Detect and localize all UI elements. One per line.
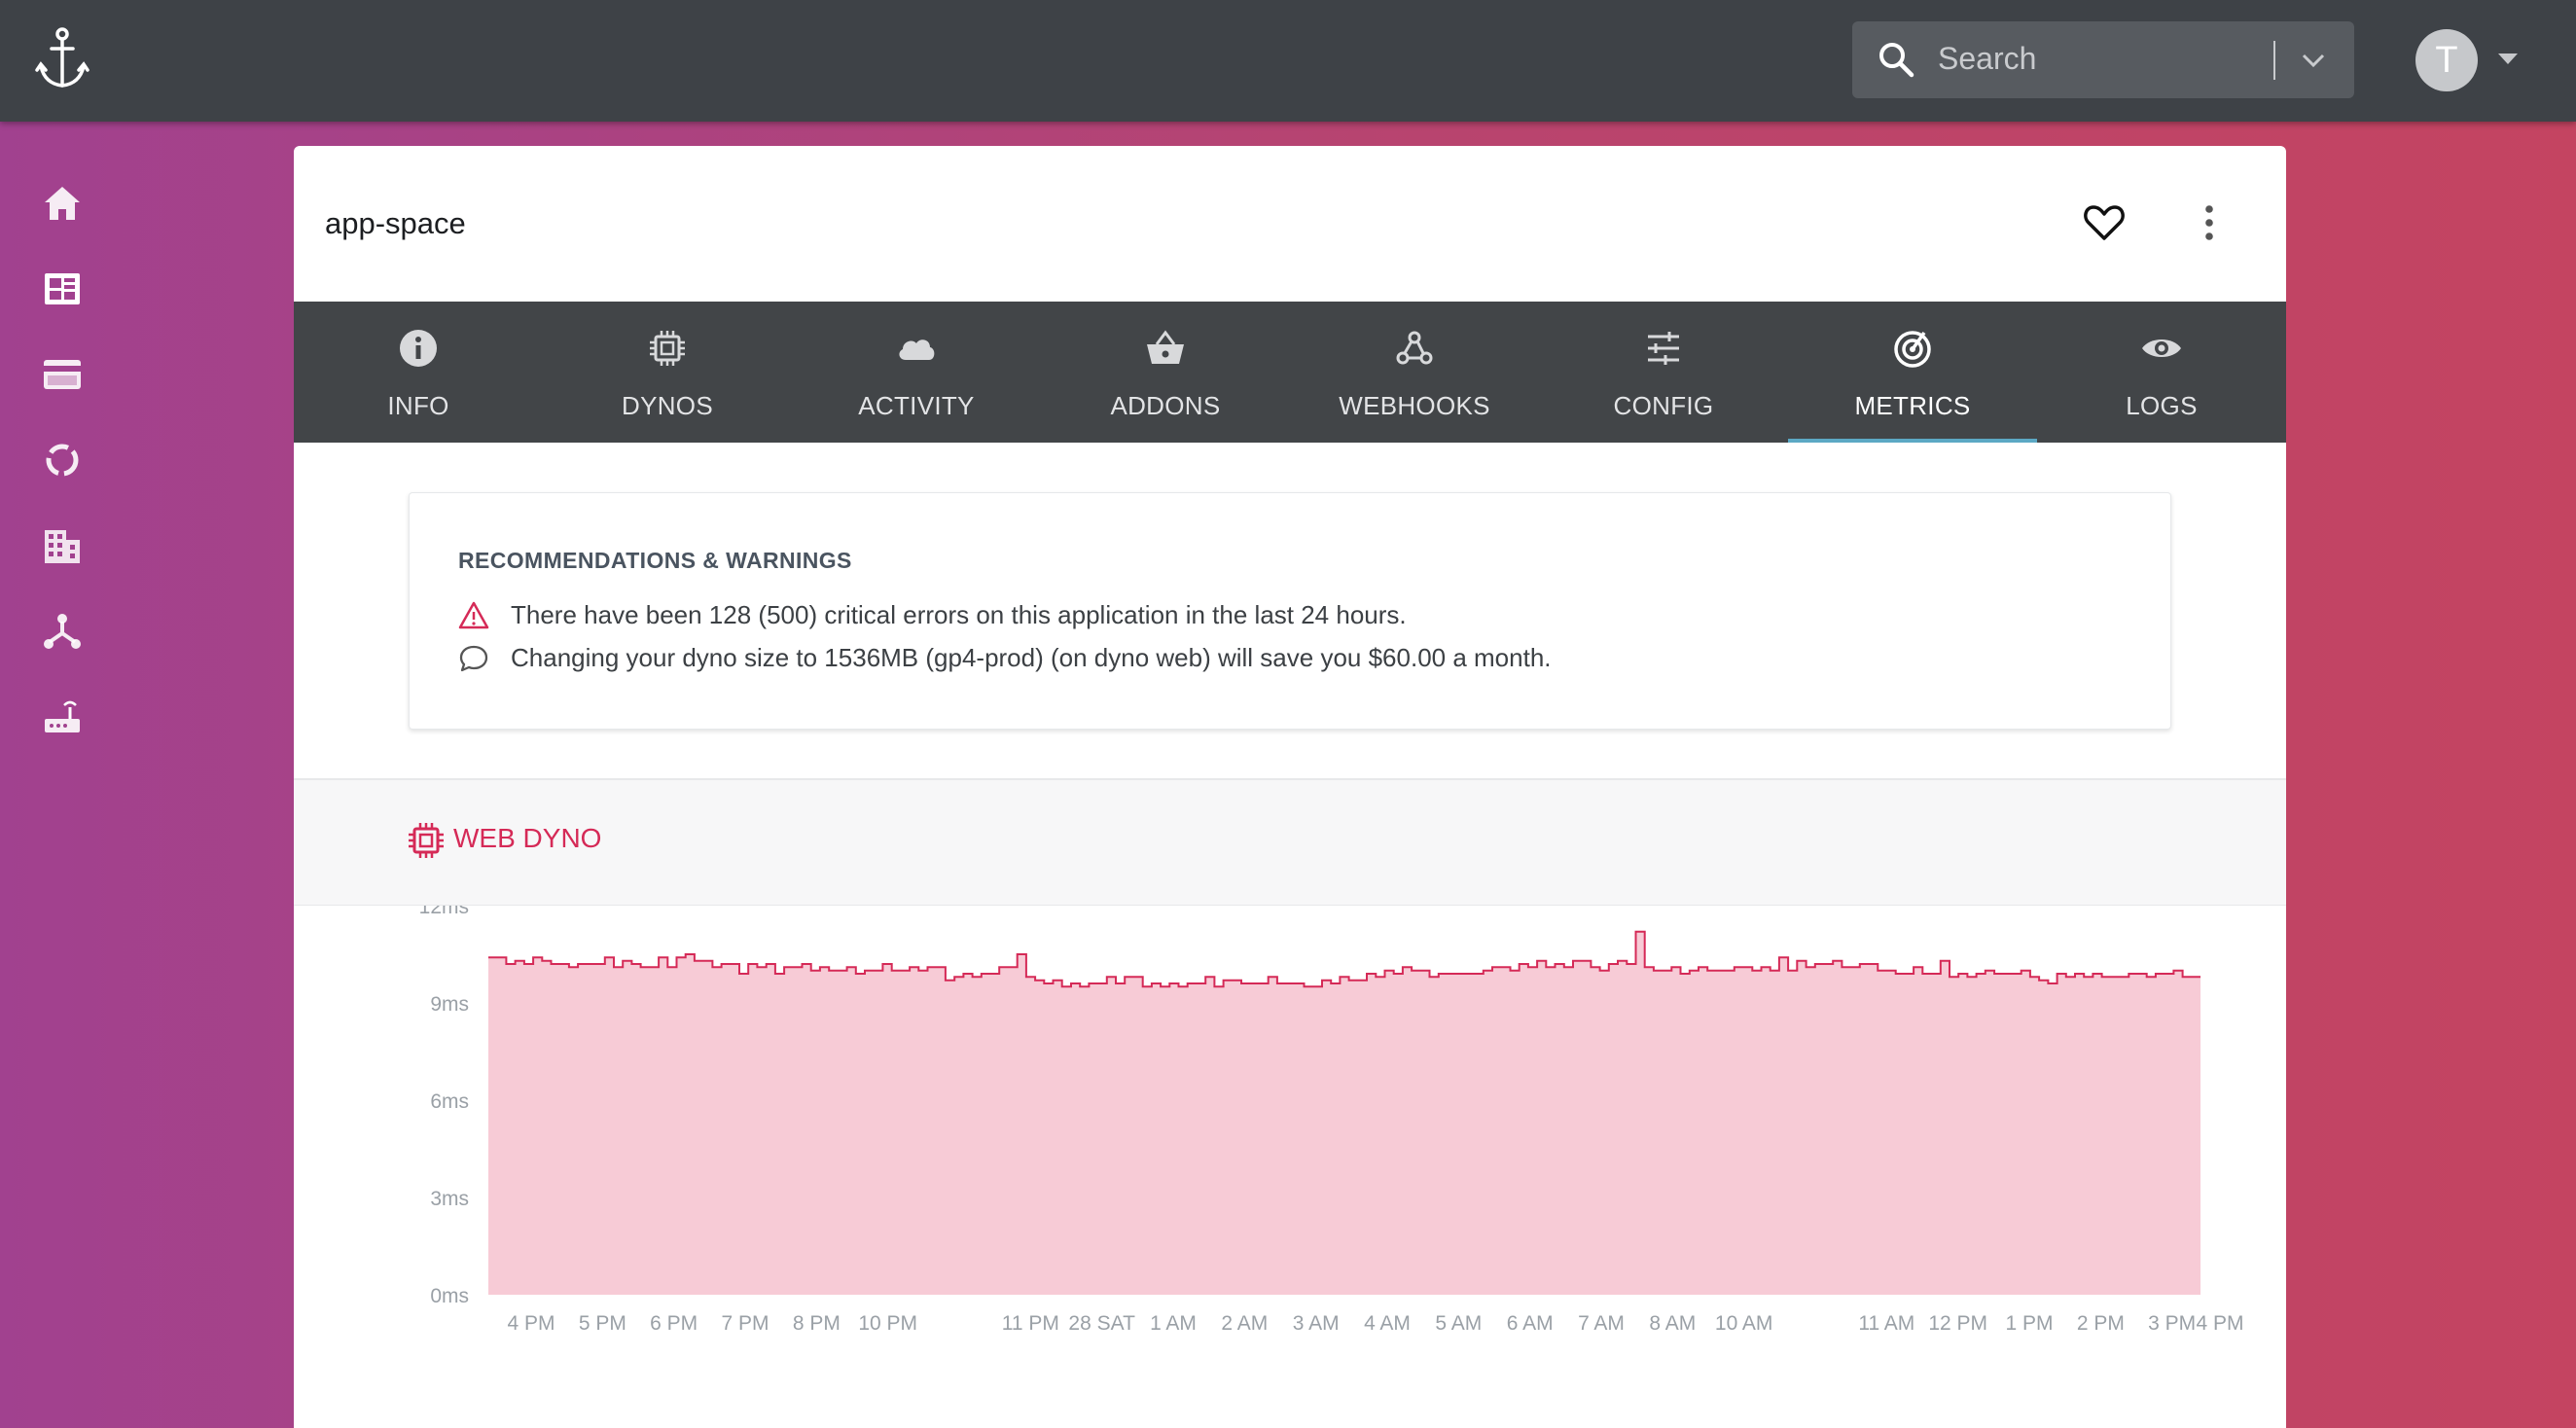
- router-icon[interactable]: [41, 696, 84, 738]
- x-tick-label: 28 SAT: [1068, 1312, 1135, 1335]
- tab-label: METRICS: [1854, 391, 1971, 420]
- anchor-icon[interactable]: [33, 25, 91, 93]
- webhook-icon: [1396, 331, 1433, 365]
- cloud-icon: [899, 339, 935, 360]
- info-icon: [400, 330, 437, 367]
- chevron-down-icon[interactable]: [2298, 45, 2329, 76]
- tab-bar: INFO DYNOS ACTIVITY ADDONS WEBHOOKS CONF…: [294, 302, 2286, 443]
- x-tick-label: 8 PM: [793, 1312, 841, 1335]
- x-tick-label: 11 AM: [1858, 1312, 1914, 1335]
- x-tick-label: 1 PM: [2005, 1312, 2053, 1335]
- chip-icon: [650, 331, 685, 366]
- tab-logs[interactable]: LOGS: [2037, 302, 2286, 443]
- app-title: app-space: [325, 206, 466, 240]
- y-tick-label: 12ms: [419, 906, 469, 918]
- sliders-icon: [1648, 332, 1679, 365]
- x-tick-label: 10 AM: [1715, 1312, 1773, 1335]
- x-tick-label: 4 PM: [2196, 1312, 2243, 1335]
- x-tick-label: 8 AM: [1649, 1312, 1696, 1335]
- tab-activity[interactable]: ACTIVITY: [792, 302, 1041, 443]
- x-tick-label: 2 PM: [2077, 1312, 2125, 1335]
- tab-label: LOGS: [2126, 391, 2198, 420]
- tab-metrics[interactable]: METRICS: [1788, 302, 2037, 443]
- recommendations-panel: RECOMMENDATIONS & WARNINGS There have be…: [409, 492, 2171, 730]
- avatar[interactable]: T: [2415, 29, 2478, 91]
- pipeline-icon[interactable]: [41, 439, 84, 482]
- x-tick-label: 1 AM: [1150, 1312, 1197, 1335]
- credit-card-icon[interactable]: [41, 353, 84, 396]
- active-tab-indicator: [1788, 439, 2037, 443]
- tab-webhooks[interactable]: WEBHOOKS: [1290, 302, 1539, 443]
- x-tick-label: 12 PM: [1928, 1312, 1987, 1335]
- x-tick-label: 5 AM: [1435, 1312, 1482, 1335]
- x-tick-label: 7 PM: [721, 1312, 769, 1335]
- tab-addons[interactable]: ADDONS: [1041, 302, 1290, 443]
- building-icon[interactable]: [41, 524, 84, 567]
- x-tick-label: 6 AM: [1507, 1312, 1554, 1335]
- dyno-section-header: WEB DYNO: [294, 780, 2286, 906]
- y-tick-label: 9ms: [430, 993, 469, 1016]
- y-tick-label: 6ms: [430, 1090, 469, 1113]
- x-tick-label: 6 PM: [650, 1312, 698, 1335]
- tab-label: DYNOS: [622, 391, 713, 420]
- y-tick-label: 0ms: [430, 1285, 469, 1307]
- top-bar: Search T: [0, 0, 2576, 122]
- dyno-section-title: WEB DYNO: [453, 823, 602, 853]
- dashboard-icon[interactable]: [41, 268, 84, 310]
- search-input[interactable]: Search: [1938, 41, 2036, 77]
- search-icon: [1879, 43, 1914, 78]
- x-tick-label: 11 PM: [1002, 1312, 1059, 1335]
- x-tick-label: 2 AM: [1221, 1312, 1268, 1335]
- recommendation-text: There have been 128 (500) critical error…: [511, 600, 1407, 629]
- x-tick-label: 10 PM: [858, 1312, 917, 1335]
- x-tick-label: 3 PM: [2148, 1312, 2196, 1335]
- warning-icon: [458, 601, 489, 629]
- response-time-chart: 0ms 3ms 6ms 9ms 12ms 4 PM 5 PM 6 PM 7 PM 8 PM 10 P…: [419, 906, 2244, 1335]
- tab-label: ADDONS: [1110, 391, 1221, 420]
- chip-icon: [409, 823, 444, 858]
- tab-info[interactable]: INFO: [294, 302, 543, 443]
- x-tick-label: 4 PM: [507, 1312, 555, 1335]
- comment-icon: [459, 645, 488, 672]
- eye-icon: [2142, 339, 2181, 357]
- tab-label: CONFIG: [1613, 391, 1714, 420]
- tab-config[interactable]: CONFIG: [1539, 302, 1788, 443]
- caret-down-icon[interactable]: [2498, 54, 2518, 64]
- x-tick-label: 7 AM: [1578, 1312, 1625, 1335]
- home-icon[interactable]: [41, 182, 84, 225]
- recommendation-text: Changing your dyno size to 1536MB (gp4-p…: [511, 643, 1552, 672]
- tab-label: ACTIVITY: [858, 391, 975, 420]
- sidebar: [0, 122, 126, 1428]
- recommendations-title: RECOMMENDATIONS & WARNINGS: [458, 548, 852, 573]
- tab-label: WEBHOOKS: [1339, 391, 1490, 420]
- basket-icon: [1147, 330, 1184, 364]
- tab-dynos[interactable]: DYNOS: [543, 302, 792, 443]
- app-card: app-space INFO DYNOS ACTIVITY ADDONS WEB…: [294, 146, 2286, 1428]
- x-tick-label: 5 PM: [579, 1312, 626, 1335]
- search-bar[interactable]: Search: [1852, 21, 2354, 98]
- tab-label: INFO: [387, 391, 449, 420]
- x-tick-label: 3 AM: [1293, 1312, 1340, 1335]
- more-vertical-icon[interactable]: [2186, 199, 2233, 246]
- series-area: [488, 931, 2200, 1295]
- y-tick-label: 3ms: [430, 1188, 469, 1210]
- x-tick-label: 4 AM: [1364, 1312, 1411, 1335]
- heart-icon[interactable]: [2081, 199, 2128, 246]
- network-icon[interactable]: [41, 610, 84, 653]
- search-divider: [2273, 41, 2275, 80]
- target-icon: [1894, 331, 1931, 368]
